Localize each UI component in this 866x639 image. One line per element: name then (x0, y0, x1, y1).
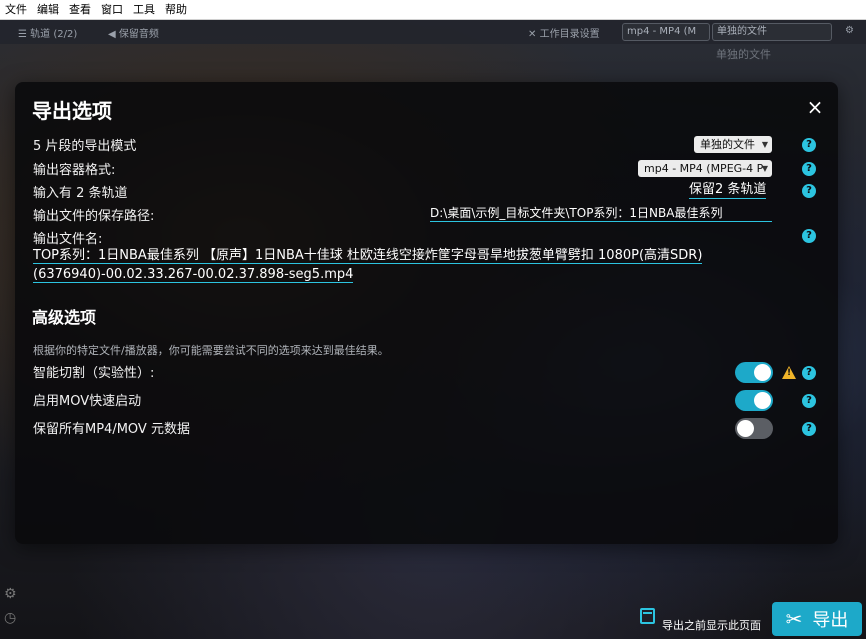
filename-field[interactable]: TOP系列：1日NBA最佳系列 【原声】1日NBA十佳球 杜欧连线空接炸筐字母哥… (33, 246, 773, 284)
tracks-button[interactable]: ☰ 轨道 (2/2) (18, 25, 77, 40)
calendar-icon[interactable] (640, 608, 655, 624)
help-icon[interactable]: ? (802, 422, 816, 436)
show-before-export-label[interactable]: 导出之前显示此页面 (662, 617, 761, 633)
export-mode-select[interactable]: 单独的文件 ▼ (694, 136, 772, 153)
advanced-hint: 根据你的特定文件/播放器，你可能需要尝试不同的选项来达到最佳结果。 (33, 344, 389, 357)
export-button-label: 导出 (812, 610, 849, 631)
dialog-title: 导出选项 (32, 99, 112, 123)
toggle-knob (754, 364, 771, 381)
keep-audio-label: 保留音频 (118, 29, 159, 40)
scissors-icon: ✂ (785, 607, 803, 631)
menu-help[interactable]: 帮助 (160, 0, 192, 19)
history-icon[interactable]: ◷ (4, 610, 17, 626)
smart-cut-toggle[interactable] (735, 362, 773, 383)
help-icon[interactable]: ? (802, 366, 816, 380)
toggle-knob (754, 392, 771, 409)
container-label: 输出容器格式: (33, 163, 116, 178)
settings-gear-icon[interactable]: ⚙ (845, 25, 854, 36)
menu-edit[interactable]: 编辑 (32, 0, 64, 19)
menu-file[interactable]: 文件 (0, 0, 32, 19)
export-options-dialog: 导出选项 × 5 片段的导出模式 单独的文件 ▼ ? 输出容器格式: mp4 -… (15, 82, 838, 544)
save-path-link[interactable]: D:\桌面\示例_目标文件夹\TOP系列：1日NBA最佳系列 (430, 205, 772, 222)
tracks-label: 轨道 (2/2) (30, 29, 78, 40)
keep-tracks-link[interactable]: 保留2 条轨道 (689, 182, 767, 199)
background-faded-text: 单独的文件 (716, 48, 771, 61)
app-toolbar: ☰ 轨道 (2/2) ◀ 保留音频 ✕ 工作目录设置 mp4 - MP4 (M … (0, 20, 866, 44)
filename-value: TOP系列：1日NBA最佳系列 【原声】1日NBA十佳球 杜欧连线空接炸筐字母哥… (33, 248, 703, 283)
mode-select[interactable]: 单独的文件 (712, 23, 832, 41)
advanced-options-title: 高级选项 (32, 308, 97, 327)
menu-bar: 文件 编辑 查看 窗口 工具 帮助 (0, 0, 866, 20)
help-icon[interactable]: ? (802, 138, 816, 152)
export-mode-label: 5 片段的导出模式 (33, 139, 137, 154)
help-icon[interactable]: ? (802, 229, 816, 243)
help-icon[interactable]: ? (802, 184, 816, 198)
bottom-left-toolbar: ⚙ ◷ (4, 586, 17, 626)
menu-window[interactable]: 窗口 (96, 0, 128, 19)
help-icon[interactable]: ? (802, 162, 816, 176)
smart-cut-label: 智能切割（实验性）: (33, 366, 155, 381)
close-icon: ✕ (528, 29, 537, 40)
keep-metadata-label: 保留所有MP4/MOV 元数据 (33, 422, 190, 437)
menu-tools[interactable]: 工具 (128, 0, 160, 19)
container-value: mp4 - MP4 (MPEG-4 P (644, 162, 764, 175)
toggle-knob (737, 420, 754, 437)
container-select[interactable]: mp4 - MP4 (MPEG-4 P ▼ (638, 160, 772, 177)
close-button[interactable]: × (805, 97, 825, 117)
menu-view[interactable]: 查看 (64, 0, 96, 19)
list-icon: ☰ (18, 29, 27, 40)
save-path-label: 输出文件的保存路径: (33, 209, 155, 224)
help-icon[interactable]: ? (802, 394, 816, 408)
workdir-label: 工作目录设置 (539, 29, 600, 40)
filename-label: 输出文件名: (33, 232, 103, 247)
chevron-down-icon: ▼ (761, 140, 768, 149)
speaker-icon: ◀ (108, 29, 116, 40)
export-button[interactable]: ✂ 导出 (772, 602, 862, 636)
settings-gear-icon[interactable]: ⚙ (4, 586, 17, 602)
format-select[interactable]: mp4 - MP4 (M (622, 23, 710, 41)
mov-faststart-label: 启用MOV快速启动 (33, 394, 142, 409)
warning-icon: ! (782, 366, 796, 379)
mov-faststart-toggle[interactable] (735, 390, 773, 411)
keep-audio-button[interactable]: ◀ 保留音频 (108, 25, 159, 40)
chevron-down-icon: ▼ (761, 164, 768, 173)
keep-metadata-toggle[interactable] (735, 418, 773, 439)
tracks-label: 输入有 2 条轨道 (33, 186, 128, 201)
workdir-button[interactable]: ✕ 工作目录设置 (528, 25, 600, 40)
export-mode-value: 单独的文件 (700, 138, 755, 151)
